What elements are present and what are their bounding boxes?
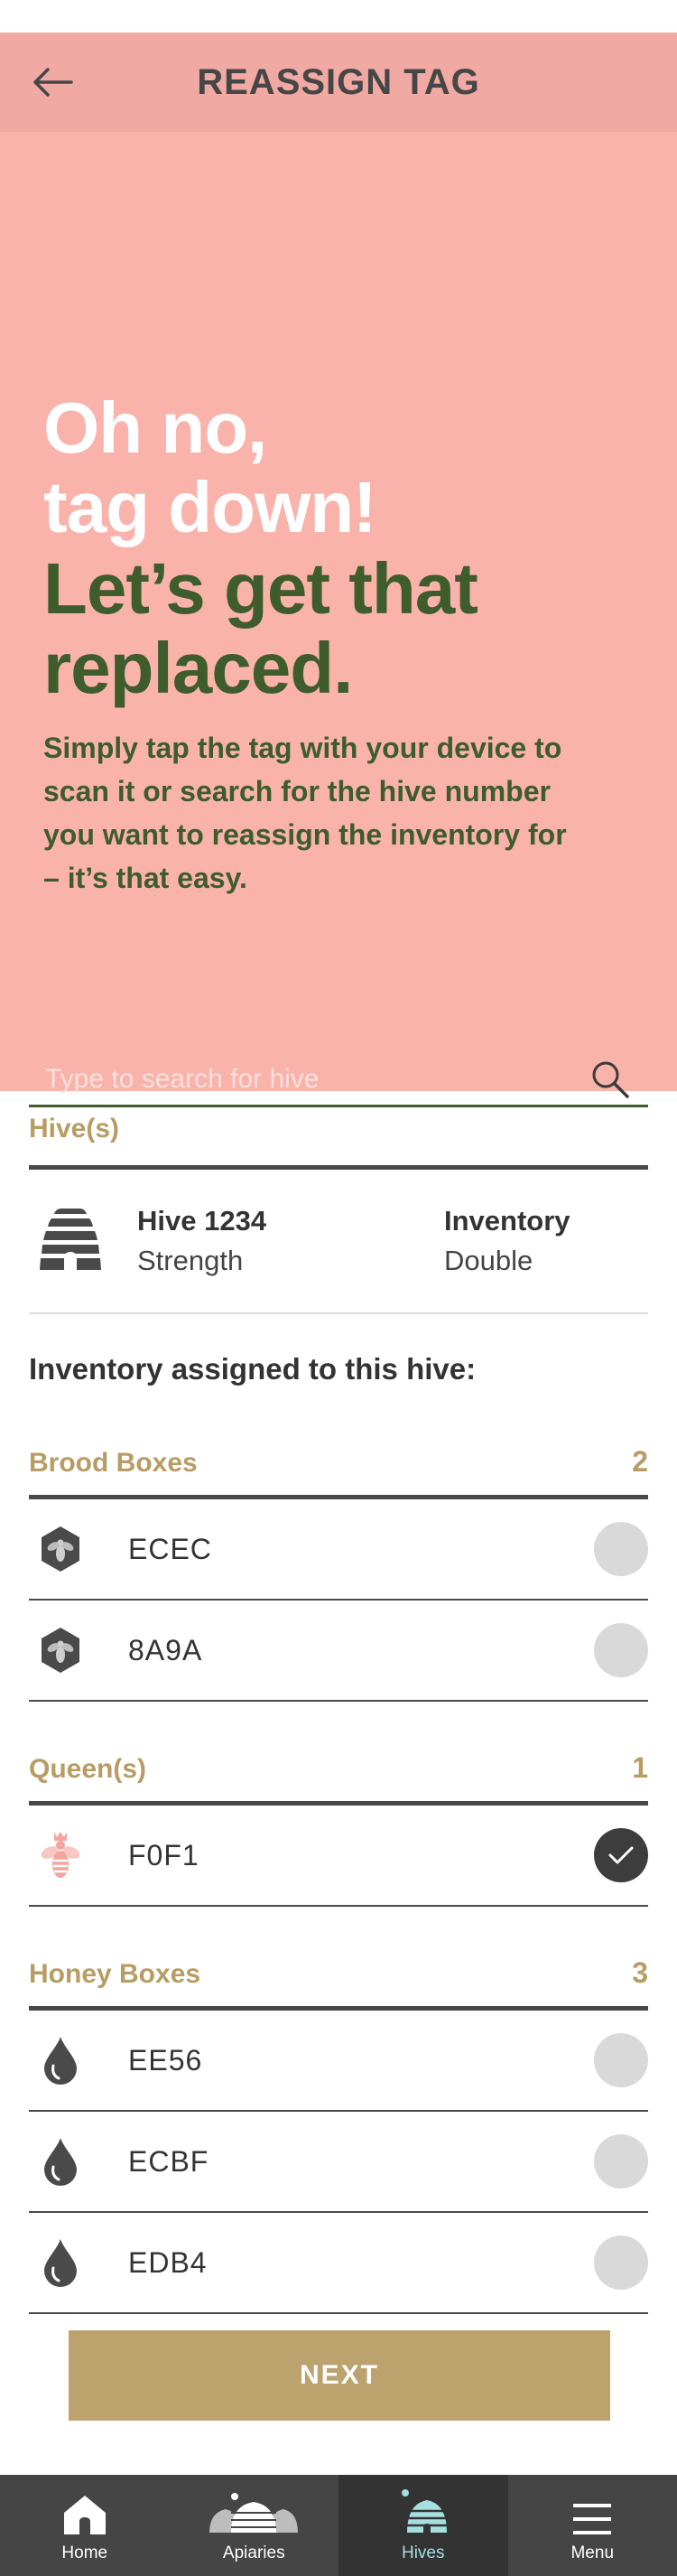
inventory-label: Inventory [444,1205,570,1237]
beehive-icon [34,1205,110,1278]
tab-label: Hives [401,2543,445,2562]
search-button[interactable] [583,1052,637,1106]
honey-boxes-header: Honey Boxes 3 [29,1950,648,1990]
honey-drop-icon [29,2136,92,2187]
hive-search [29,1053,648,1107]
search-icon [592,1061,629,1098]
list-item[interactable]: 8A9A [29,1601,648,1702]
hives-icon [394,2480,452,2536]
arrow-left-icon [33,68,73,97]
tab-label: Home [61,2543,108,2562]
select-checkbox[interactable] [594,1623,648,1677]
hive-search-input[interactable] [29,1063,583,1095]
tab-apiaries[interactable]: Apiaries [170,2475,339,2576]
home-icon [60,2480,109,2536]
hero-headline-line: Oh no, [43,387,267,468]
select-checkbox[interactable] [594,1522,648,1576]
inventory-heading: Inventory assigned to this hive: [29,1352,477,1386]
tab-label: Apiaries [222,2543,285,2562]
brood-boxes-header: Brood Boxes 2 [29,1439,648,1479]
list-item[interactable]: ECEC [29,1499,648,1601]
top-app-bar: REASSIGN TAG [0,33,677,132]
hive-strength-label: Strength [137,1245,244,1276]
hero-headline-green: Let’s get that replaced. [43,549,478,708]
inventory-value: Double [444,1245,533,1276]
tab-menu[interactable]: Menu [508,2475,677,2576]
bottom-tab-bar: Home Apiaries Hives Menu [0,2475,677,2576]
list-item[interactable]: EDB4 [29,2213,648,2314]
checkmark-icon [608,1846,634,1864]
queen-bee-icon [29,1828,92,1882]
tab-hives[interactable]: Hives [338,2475,508,2576]
hero-panel: Oh no, tag down! Let’s get that replaced… [0,132,677,1107]
hero-description: Simply tap the tag with your device to s… [43,732,567,894]
queens-header: Queen(s) 1 [29,1745,648,1785]
hive-info: Hive 1234 Strength [137,1201,444,1281]
item-code: EDB4 [128,2245,208,2279]
honey-drop-icon [29,2035,92,2086]
list-item[interactable]: ECBF [29,2112,648,2213]
list-item[interactable]: EE56 [29,2011,648,2112]
tab-label: Menu [570,2543,615,2562]
section-count: 1 [632,1751,648,1784]
apiaries-icon [204,2480,303,2536]
section-label: Queen(s) [29,1754,147,1784]
bee-hexagon-icon [29,1525,92,1573]
hive-inventory: Inventory Double [444,1201,570,1281]
item-code: 8A9A [128,1633,203,1666]
page-title: REASSIGN TAG [197,61,480,102]
item-code: ECEC [128,1532,212,1565]
hero-headline-line: replaced. [43,628,353,708]
bee-hexagon-icon [29,1626,92,1675]
section-count: 2 [632,1445,648,1478]
select-checkbox[interactable] [594,2033,648,2087]
select-checkbox[interactable] [594,2134,648,2189]
hamburger-menu-icon [571,2480,613,2536]
hive-row[interactable]: Hive 1234 Strength Inventory Double [29,1170,648,1314]
main-content: Hive(s) Hive 1234 Strength Inventory Dou… [0,1109,677,2314]
hive-section-label: Hive(s) [29,1114,120,1143]
section-label: Brood Boxes [29,1448,198,1478]
item-code: ECBF [128,2144,209,2178]
section-count: 3 [632,1956,648,1989]
select-checkbox-checked[interactable] [594,1828,648,1882]
item-code: EE56 [128,2043,203,2077]
tab-home[interactable]: Home [0,2475,170,2576]
select-checkbox[interactable] [594,2235,648,2290]
status-bar-area [0,0,677,33]
section-label: Honey Boxes [29,1959,201,1989]
next-button[interactable]: NEXT [69,2330,610,2421]
hero-headline-line: tag down! [43,467,377,547]
list-item[interactable]: F0F1 [29,1806,648,1907]
honey-drop-icon [29,2237,92,2288]
hero-headline-line: Let’s get that [43,548,478,629]
item-code: F0F1 [128,1838,199,1871]
back-button[interactable] [27,60,78,105]
hero-headline-white: Oh no, tag down! [43,387,377,547]
hive-name: Hive 1234 [137,1205,267,1237]
